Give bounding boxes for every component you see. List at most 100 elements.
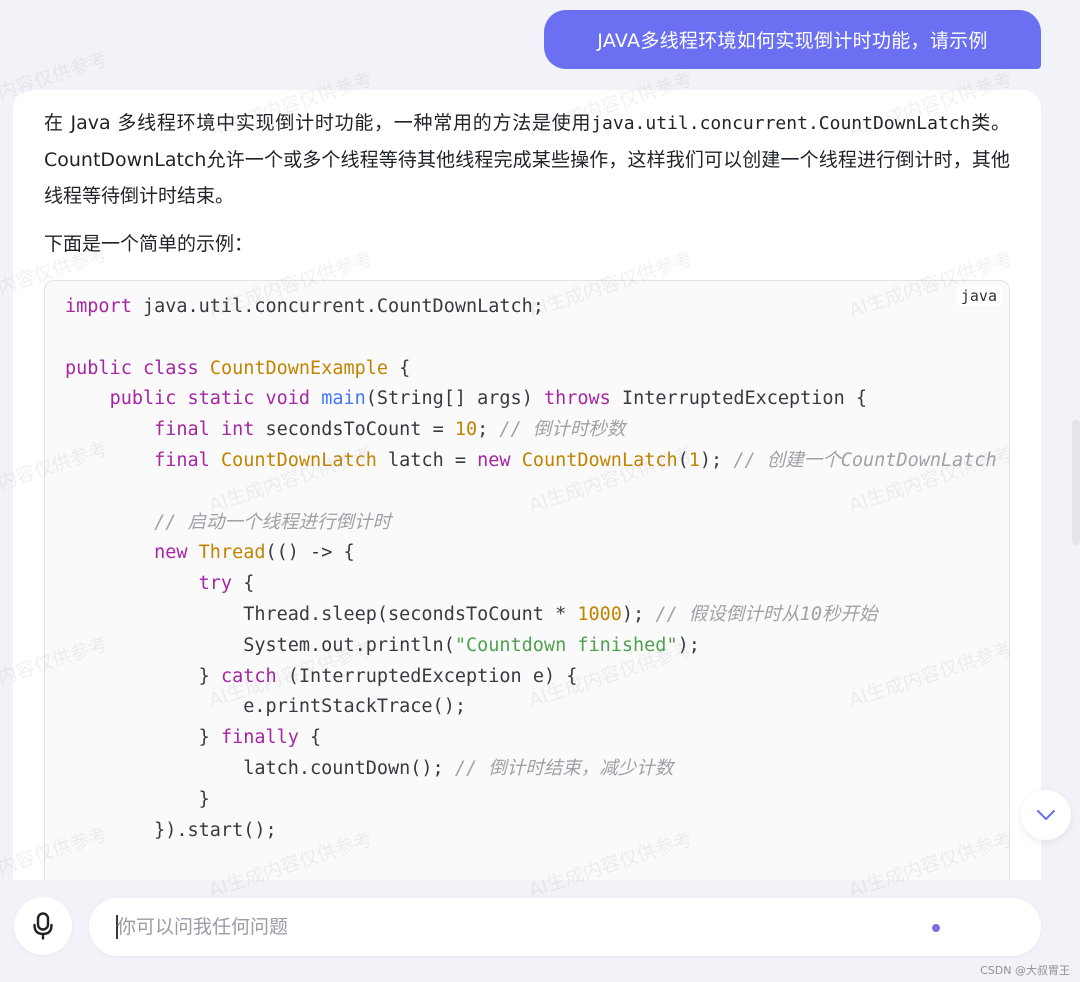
- code-token: java.util.concurrent.CountDownLatch;: [131, 296, 544, 317]
- code-token: new: [154, 542, 188, 564]
- code-token: // 假设倒计时从10秒开始: [655, 603, 878, 625]
- code-token: (String[] args): [365, 388, 544, 410]
- code-token: Thread: [198, 542, 266, 564]
- code-token: );: [677, 634, 700, 656]
- user-message-bubble: JAVA多线程环境如何实现倒计时功能，请示例: [544, 10, 1041, 69]
- code-token: latch =: [376, 449, 478, 471]
- code-token: }: [65, 665, 221, 687]
- code-token: 1: [688, 449, 700, 471]
- code-token: // 创建一个CountDownLatch: [733, 449, 997, 471]
- code-token: import: [65, 296, 132, 317]
- code-token: latch.countDown();: [65, 757, 455, 779]
- code-line: public static void main(String[] args) t…: [65, 384, 997, 415]
- code-token: throws: [543, 388, 611, 410]
- code-token: final: [154, 419, 210, 441]
- scrollbar-thumb[interactable]: [1072, 420, 1080, 545]
- answer-text-part1: 在 Java 多线程环境中实现倒计时功能，一种常用的方法是使用: [44, 112, 592, 134]
- code-line: try {: [65, 569, 997, 600]
- code-token: CountDownLatch: [220, 449, 377, 471]
- example-intro: 下面是一个简单的示例：: [44, 233, 254, 255]
- code-token: secondsToCount =: [254, 419, 455, 441]
- code-line: e.printStackTrace();: [65, 692, 997, 723]
- chevron-down-icon: [1037, 810, 1055, 820]
- code-token: static: [187, 388, 255, 410]
- code-token: }: [65, 727, 221, 749]
- code-block: java import java.util.concurrent.CountDo…: [44, 280, 1010, 880]
- code-token: try: [198, 573, 233, 595]
- code-token: 10: [454, 419, 478, 441]
- code-token: public: [109, 388, 177, 410]
- code-token: );: [621, 603, 656, 625]
- code-token: CountDownExample: [209, 357, 389, 379]
- code-token: InterruptedException {: [610, 388, 867, 410]
- code-token: {: [298, 727, 322, 749]
- code-token: // 倒计时结束，减少计数: [454, 757, 674, 779]
- send-dot-icon[interactable]: [932, 924, 940, 932]
- code-token: );: [699, 449, 734, 471]
- code-token: catch: [220, 665, 277, 687]
- code-token: e.printStackTrace();: [65, 696, 466, 718]
- answer-paragraph: 在 Java 多线程环境中实现倒计时功能，一种常用的方法是使用java.util…: [44, 105, 1010, 214]
- code-line: latch.countDown(); // 倒计时结束，减少计数: [65, 754, 997, 785]
- code-token: class: [142, 357, 199, 379]
- code-line: }: [65, 785, 997, 816]
- code-token: Thread.sleep(secondsToCount *: [65, 603, 578, 625]
- code-token: System.out.println(: [65, 634, 455, 656]
- chat-input[interactable]: [117, 912, 897, 942]
- code-token: (() -> {: [265, 542, 355, 564]
- code-token: // 启动一个线程进行倒计时: [154, 511, 392, 533]
- code-line: final int secondsToCount = 10; // 倒计时秒数: [65, 415, 997, 446]
- code-token: CountDownLatch: [521, 449, 678, 471]
- code-line: import java.util.concurrent.CountDownLat…: [65, 292, 997, 323]
- code-token: {: [388, 357, 411, 379]
- code-token: 1000: [577, 603, 622, 625]
- code-token: }).start();: [65, 819, 277, 841]
- code-token: final: [154, 449, 210, 471]
- code-token: new: [477, 449, 511, 471]
- code-token: main: [321, 388, 366, 410]
- code-content: import java.util.concurrent.CountDownLat…: [65, 292, 997, 846]
- code-line: Thread.sleep(secondsToCount * 1000); // …: [65, 600, 997, 631]
- code-line: }).start();: [65, 816, 997, 847]
- code-token: (InterruptedException e) {: [276, 665, 578, 687]
- code-line: System.out.println("Countdown finished")…: [65, 631, 997, 662]
- code-token: "Countdown finished": [454, 634, 678, 656]
- scroll-to-bottom-button[interactable]: [1021, 790, 1071, 840]
- code-token: // 倒计时秒数: [499, 419, 626, 441]
- code-line: } finally {: [65, 723, 997, 754]
- footer-credit: CSDN @大叔胃王: [980, 964, 1070, 977]
- code-token: ;: [477, 419, 500, 441]
- code-token: finally: [220, 727, 299, 749]
- code-token: public: [65, 357, 132, 379]
- voice-input-button[interactable]: [14, 897, 72, 955]
- assistant-answer-card: 在 Java 多线程环境中实现倒计时功能，一种常用的方法是使用 java.util…: [13, 90, 1041, 880]
- code-token: void: [265, 388, 311, 410]
- code-token: (: [677, 449, 689, 471]
- chat-input-container: [89, 898, 1041, 956]
- code-line: public class CountDownExample {: [65, 354, 997, 385]
- user-message-text: JAVA多线程环境如何实现倒计时功能，请示例: [597, 30, 988, 52]
- code-token: }: [65, 788, 210, 810]
- code-line: final CountDownLatch latch = new CountDo…: [65, 446, 997, 477]
- code-token: int: [220, 419, 255, 441]
- code-token: {: [232, 573, 255, 595]
- code-line: new Thread(() -> {: [65, 538, 997, 569]
- code-line: } catch (InterruptedException e) {: [65, 662, 997, 693]
- microphone-icon: [33, 912, 53, 940]
